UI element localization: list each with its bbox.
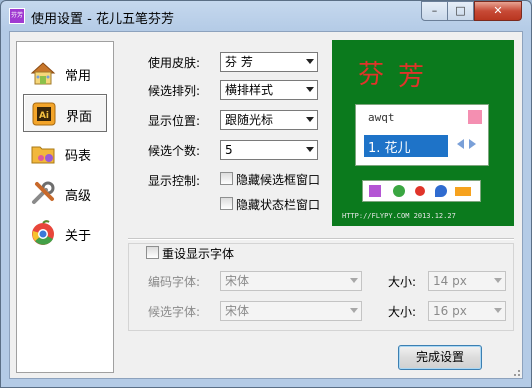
settings-window: 芬芳 使用设置 - 花儿五笔芬芳 – □ ✕ 常用 Ai 界面 码表 高级 关于… <box>0 0 532 388</box>
skin-preview: 芬 芳 awqt 1. 花儿 HTTP://FLYPY.COM 2013.12.… <box>332 40 514 226</box>
separator <box>128 238 514 240</box>
sidebar: 常用 Ai 界面 码表 高级 关于 <box>16 41 114 373</box>
chevron-down-icon <box>306 147 314 152</box>
app-logo-icon <box>468 110 482 124</box>
nav-label: 关于 <box>65 229 92 244</box>
halfwidth-icon <box>435 185 447 197</box>
candidate-text: 1. 花儿 <box>368 141 411 156</box>
chrome-icon <box>32 220 54 245</box>
preview-footer: HTTP://FLYPY.COM 2013.12.27 <box>342 212 456 220</box>
position-value: 跟随光标 <box>225 113 274 127</box>
nav-item-advanced[interactable]: 高级 <box>23 174 107 212</box>
keyboard-icon <box>455 187 471 196</box>
nav-label: 常用 <box>65 69 92 84</box>
layout-label: 候选排列: <box>148 84 201 98</box>
window-title: 使用设置 - 花儿五笔芬芳 <box>31 12 174 27</box>
skin-value: 芬 芳 <box>225 55 253 69</box>
nav-item-general[interactable]: 常用 <box>23 54 107 92</box>
cand-size-value: 16 px <box>433 304 467 318</box>
chevron-down-icon <box>350 278 358 283</box>
resize-grip-icon[interactable] <box>511 367 521 377</box>
nav-item-about[interactable]: 关于 <box>23 214 107 252</box>
prev-page-icon <box>457 139 464 149</box>
punctuation-icon <box>415 186 425 196</box>
minimize-button[interactable]: – <box>421 1 448 21</box>
count-value: 5 <box>225 143 233 157</box>
skin-label: 使用皮肤: <box>148 56 201 70</box>
count-select[interactable]: 5 <box>220 140 318 160</box>
layout-value: 横排样式 <box>225 83 274 97</box>
house-icon <box>30 62 56 85</box>
chevron-down-icon <box>306 87 314 92</box>
tools-icon <box>32 181 55 204</box>
chevron-down-icon <box>350 308 358 313</box>
preview-title-char: 芳 <box>398 62 425 92</box>
hide-status-checkbox[interactable] <box>220 197 233 210</box>
nav-label: 界面 <box>66 110 93 125</box>
count-label: 候选个数: <box>148 144 201 158</box>
status-bar <box>362 180 481 202</box>
nav-item-interface[interactable]: Ai 界面 <box>23 94 107 132</box>
reset-font-label[interactable]: 重设显示字体 <box>162 245 234 262</box>
candidate-box: awqt 1. 花儿 <box>355 104 489 166</box>
code-size-select[interactable]: 14 px <box>428 271 506 291</box>
next-page-icon <box>469 139 476 149</box>
client-area: 常用 Ai 界面 码表 高级 关于 使用皮肤: 芬 芳 候选排列: 横排样式 显… <box>9 31 523 379</box>
close-button[interactable]: ✕ <box>474 1 522 21</box>
code-size-label: 大小: <box>388 275 417 289</box>
cand-font-select[interactable]: 宋体 <box>220 301 362 321</box>
nav-item-table[interactable]: 码表 <box>23 134 107 172</box>
app-logo-icon <box>369 185 381 197</box>
cand-font-value: 宋体 <box>225 304 250 318</box>
cand-size-label: 大小: <box>388 305 417 319</box>
position-select[interactable]: 跟随光标 <box>220 110 318 130</box>
hide-status-label: 隐藏状态栏窗口 <box>236 198 321 212</box>
done-button[interactable]: 完成设置 <box>398 345 482 370</box>
input-code: awqt <box>368 111 395 124</box>
nav-label: 高级 <box>65 189 92 204</box>
preview-title-char: 芬 <box>358 60 385 90</box>
chinese-mode-icon <box>393 185 405 197</box>
chevron-down-icon <box>306 59 314 64</box>
folder-icon <box>31 146 55 164</box>
title-bar[interactable]: 芬芳 使用设置 - 花儿五笔芬芳 – □ ✕ <box>1 1 531 31</box>
interface-icon: Ai <box>32 102 56 126</box>
reset-font-checkbox[interactable] <box>146 246 159 259</box>
nav-label: 码表 <box>65 149 92 164</box>
cand-font-label: 候选字体: <box>148 305 201 319</box>
layout-select[interactable]: 横排样式 <box>220 80 318 100</box>
skin-select[interactable]: 芬 芳 <box>220 52 318 72</box>
hide-candidate-checkbox[interactable] <box>220 172 233 185</box>
chevron-down-icon <box>494 308 502 313</box>
code-font-label: 编码字体: <box>148 275 201 289</box>
code-font-select[interactable]: 宋体 <box>220 271 362 291</box>
hide-candidate-label[interactable]: 隐藏候选框窗口 <box>236 171 320 188</box>
cand-size-select[interactable]: 16 px <box>428 301 506 321</box>
code-size-value: 14 px <box>433 274 467 288</box>
maximize-button[interactable]: □ <box>447 1 474 21</box>
svg-text:Ai: Ai <box>39 111 49 121</box>
chevron-down-icon <box>494 278 502 283</box>
app-icon: 芬芳 <box>9 8 25 24</box>
code-font-value: 宋体 <box>225 274 250 288</box>
position-label: 显示位置: <box>148 114 201 128</box>
chevron-down-icon <box>306 117 314 122</box>
control-label: 显示控制: <box>148 174 201 188</box>
